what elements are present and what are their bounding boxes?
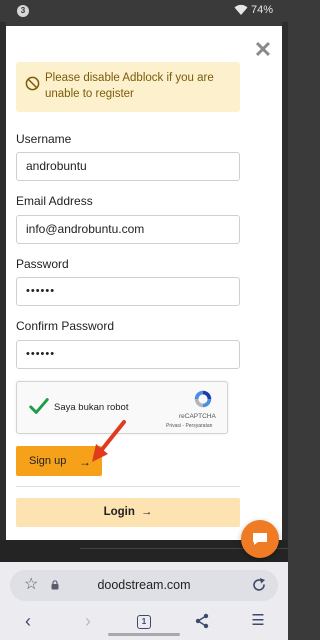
confirm-password-field[interactable]: •••••• bbox=[16, 340, 240, 369]
tabs-icon[interactable]: 1 bbox=[137, 615, 151, 629]
check-icon[interactable] bbox=[28, 395, 50, 417]
browser-nav: ‹ › 1 ☰ bbox=[0, 610, 288, 634]
browser-toolbar: ☆ doodstream.com ‹ › 1 ☰ bbox=[0, 562, 288, 640]
chat-button[interactable] bbox=[241, 520, 279, 558]
reload-icon[interactable] bbox=[250, 576, 268, 594]
forward-button[interactable]: › bbox=[76, 610, 100, 632]
captcha-label: Saya bukan robot bbox=[54, 402, 129, 413]
adblock-alert: Please disable Adblock if you are unable… bbox=[16, 62, 240, 112]
confirm-password-label: Confirm Password bbox=[16, 319, 115, 333]
arrow-right-icon: → bbox=[140, 506, 153, 518]
address-bar[interactable]: ☆ doodstream.com bbox=[10, 570, 278, 601]
url-text[interactable]: doodstream.com bbox=[10, 578, 278, 592]
username-label: Username bbox=[16, 132, 72, 146]
wifi-icon bbox=[234, 4, 248, 15]
register-modal: ✕ Please disable Adblock if you are unab… bbox=[6, 26, 282, 540]
username-field[interactable]: androbuntu bbox=[16, 152, 240, 181]
page-backdrop bbox=[282, 22, 288, 562]
password-field[interactable]: •••••• bbox=[16, 277, 240, 306]
ban-icon bbox=[25, 76, 40, 91]
chat-bubble-icon bbox=[253, 533, 267, 545]
status-bar: 3 74% bbox=[0, 0, 288, 22]
alert-message: Please disable Adblock if you are unable… bbox=[45, 72, 214, 100]
battery-level: 74% bbox=[251, 4, 274, 16]
gesture-bar bbox=[108, 633, 180, 636]
recaptcha-logo-icon bbox=[194, 390, 212, 408]
menu-button[interactable]: ☰ bbox=[246, 610, 270, 632]
email-field[interactable]: info@androbuntu.com bbox=[16, 215, 240, 244]
login-label: Login bbox=[103, 506, 135, 518]
signup-label: Sign up bbox=[29, 455, 67, 467]
share-icon[interactable] bbox=[194, 613, 210, 629]
divider bbox=[16, 486, 240, 487]
pointer-arrow-icon bbox=[92, 420, 126, 462]
login-button[interactable]: Login → bbox=[16, 498, 240, 527]
password-label: Password bbox=[16, 257, 69, 271]
notification-count-badge: 3 bbox=[17, 5, 29, 17]
close-icon[interactable]: ✕ bbox=[253, 39, 273, 61]
recaptcha-terms-link[interactable]: Privasi - Persyaratan bbox=[166, 423, 212, 429]
back-button[interactable]: ‹ bbox=[16, 610, 40, 632]
email-label: Email Address bbox=[16, 194, 93, 208]
recaptcha-brand: reCAPTCHA bbox=[179, 413, 216, 420]
